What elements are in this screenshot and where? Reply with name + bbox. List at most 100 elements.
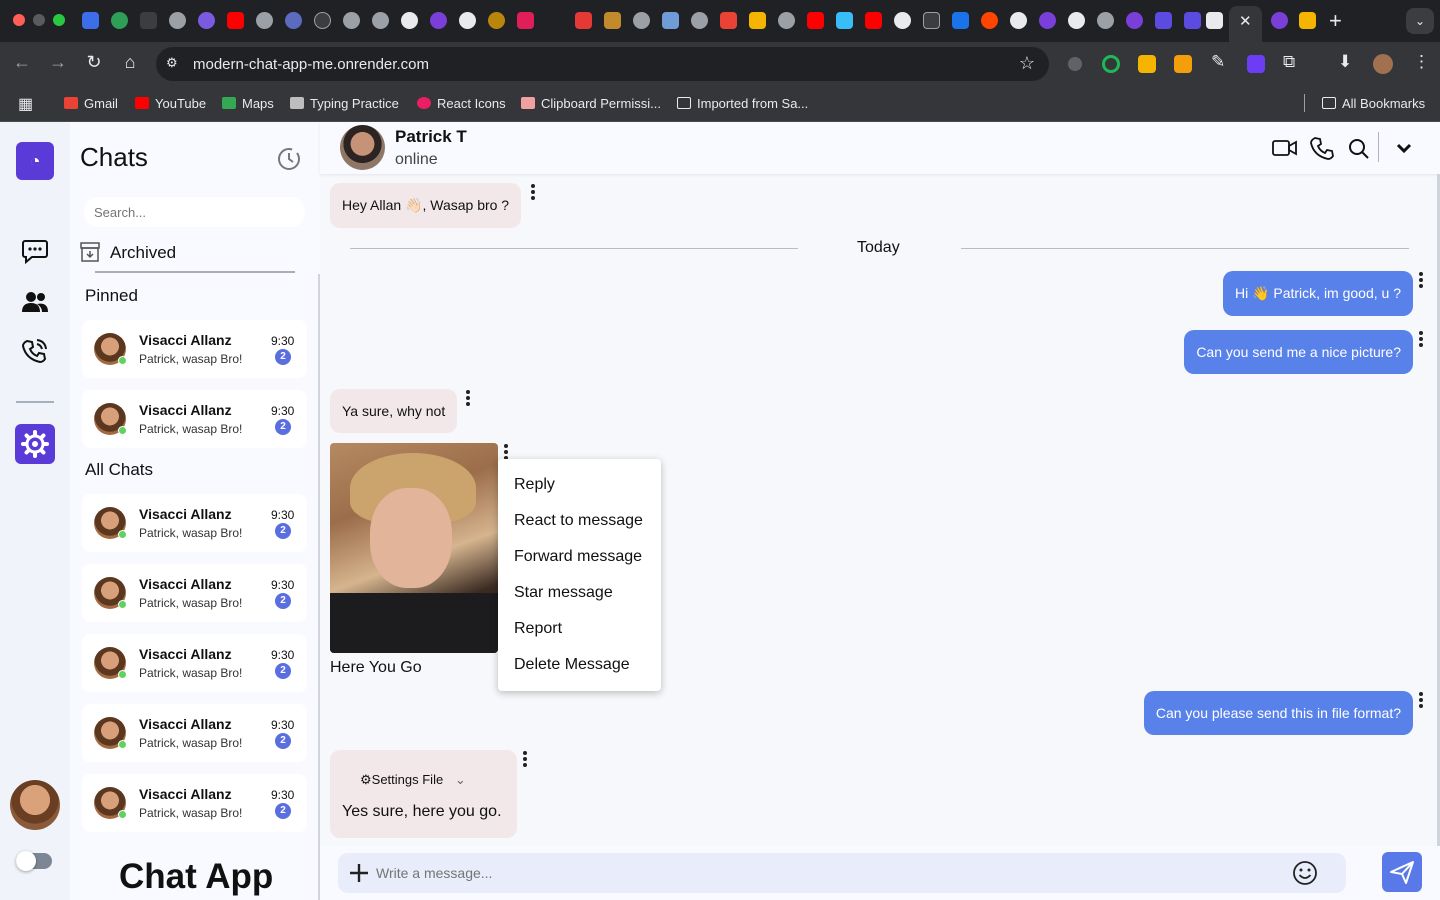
tab-favicon[interactable]	[169, 12, 186, 29]
tab-favicon[interactable]	[1097, 12, 1114, 29]
bookmark-star-icon[interactable]: ☆	[1019, 53, 1035, 74]
message-options-icon[interactable]	[1418, 272, 1424, 288]
bookmark-maps[interactable]: Maps	[222, 96, 274, 111]
chat-icon[interactable]	[20, 235, 50, 265]
message-options-icon[interactable]	[530, 184, 536, 200]
menu-item-report[interactable]: Report	[514, 620, 562, 638]
close-tab-icon[interactable]: ✕	[1239, 12, 1252, 30]
tab-favicon[interactable]	[1299, 12, 1316, 29]
users-icon[interactable]	[20, 287, 50, 317]
site-info-icon[interactable]: ⚙	[166, 55, 178, 71]
tab-favicon[interactable]	[314, 12, 331, 29]
tab-favicon[interactable]	[111, 12, 128, 29]
chevron-down-icon[interactable]	[1391, 136, 1417, 160]
tab-favicon[interactable]	[923, 12, 940, 29]
tab-favicon[interactable]	[488, 12, 505, 29]
tab-favicon[interactable]	[227, 12, 244, 29]
message-options-icon[interactable]	[1418, 692, 1424, 708]
search-input[interactable]	[84, 197, 305, 227]
plus-icon[interactable]	[348, 862, 370, 884]
tab-favicon[interactable]	[691, 12, 708, 29]
maximize-window-button[interactable]	[53, 14, 65, 26]
tab-favicon[interactable]	[372, 12, 389, 29]
home-icon[interactable]: ⌂	[118, 52, 142, 73]
minimize-window-button[interactable]	[33, 14, 45, 26]
message-options-icon[interactable]	[1418, 331, 1424, 347]
tab-favicon[interactable]	[1184, 12, 1201, 29]
app-logo[interactable]: ◔	[16, 142, 54, 180]
tab-favicon[interactable]	[633, 12, 650, 29]
bookmark-clipboard[interactable]: Clipboard Permissi...	[521, 96, 661, 111]
tab-favicon[interactable]	[952, 12, 969, 29]
extension-icon[interactable]	[1068, 57, 1082, 71]
bookmark-youtube[interactable]: YouTube	[135, 96, 206, 111]
emoji-icon[interactable]	[1292, 860, 1318, 886]
tab-search-button[interactable]: ⌄	[1406, 8, 1434, 34]
contact-avatar[interactable]	[340, 125, 385, 170]
message-options-icon[interactable]	[522, 751, 528, 767]
apps-grid-icon[interactable]: ▦	[18, 94, 33, 114]
message-options-icon[interactable]	[465, 390, 471, 406]
menu-item-star[interactable]: Star message	[514, 584, 613, 602]
tab-favicon[interactable]	[604, 12, 621, 29]
menu-item-forward[interactable]: Forward message	[514, 548, 642, 566]
tab-favicon[interactable]	[401, 12, 418, 29]
history-icon[interactable]	[276, 146, 302, 172]
tab-favicon[interactable]	[720, 12, 737, 29]
search-icon[interactable]	[1346, 136, 1372, 160]
tab-favicon[interactable]	[807, 12, 824, 29]
new-tab-button[interactable]: +	[1329, 8, 1342, 34]
url-text[interactable]: modern-chat-app-me.onrender.com	[193, 56, 429, 73]
chat-list-item[interactable]: Visacci Allanz Patrick, wasap Bro! 9:30 …	[82, 704, 307, 762]
download-icon[interactable]: ⬇	[1338, 52, 1352, 72]
tab-favicon[interactable]	[1126, 12, 1143, 29]
extensions-puzzle-icon[interactable]: ⧉	[1283, 52, 1295, 72]
chat-list-item[interactable]: Visacci Allanz Patrick, wasap Bro! 9:30 …	[82, 320, 307, 378]
tab-favicon[interactable]	[575, 12, 592, 29]
chat-list-item[interactable]: Visacci Allanz Patrick, wasap Bro! 9:30 …	[82, 494, 307, 552]
tab-favicon[interactable]	[459, 12, 476, 29]
extension-icon[interactable]	[1138, 55, 1156, 73]
tab-favicon[interactable]	[517, 12, 534, 29]
video-call-icon[interactable]	[1272, 136, 1298, 160]
bookmark-typing-practice[interactable]: Typing Practice	[290, 96, 399, 111]
all-bookmarks-button[interactable]: All Bookmarks	[1322, 96, 1425, 111]
bookmark-folder-imported[interactable]: Imported from Sa...	[677, 96, 808, 111]
tab-favicon[interactable]	[1068, 12, 1085, 29]
archived-row[interactable]: Archived	[80, 239, 300, 269]
incoming-message[interactable]: Hey Allan 👋🏻, Wasap bro ?	[330, 183, 522, 228]
incoming-message[interactable]: Ya sure, why not	[330, 389, 458, 433]
bookmark-gmail[interactable]: Gmail	[64, 96, 118, 111]
extension-icon[interactable]	[1247, 55, 1265, 73]
tab-favicon[interactable]	[430, 12, 447, 29]
tab-favicon[interactable]	[836, 12, 853, 29]
tab-favicon[interactable]	[981, 12, 998, 29]
tab-favicon[interactable]	[82, 12, 99, 29]
user-avatar[interactable]	[10, 780, 60, 830]
chat-list-item[interactable]: Visacci Allanz Patrick, wasap Bro! 9:30 …	[82, 774, 307, 832]
tab-favicon[interactable]	[1155, 12, 1172, 29]
tab-favicon[interactable]	[256, 12, 273, 29]
chevron-down-icon[interactable]: ⌄	[455, 772, 466, 787]
tab-favicon[interactable]	[198, 12, 215, 29]
bookmark-react-icons[interactable]: React Icons	[417, 96, 506, 111]
message-input[interactable]	[376, 863, 1276, 883]
close-window-button[interactable]	[13, 14, 25, 26]
outgoing-message[interactable]: Hi 👋 Patrick, im good, u ?	[1222, 271, 1413, 316]
phone-icon[interactable]	[1310, 136, 1336, 160]
file-message[interactable]: ⚙Settings File ⌄ Yes sure, here you go.	[330, 750, 517, 838]
tab-favicon[interactable]	[865, 12, 882, 29]
back-icon[interactable]: ←	[10, 52, 34, 73]
tab-favicon[interactable]	[662, 12, 679, 29]
tab-favicon[interactable]	[1010, 12, 1027, 29]
forward-icon[interactable]: →	[46, 52, 70, 73]
tab-favicon[interactable]	[894, 12, 911, 29]
address-bar[interactable]: ⚙ modern-chat-app-me.onrender.com ☆	[156, 47, 1049, 81]
tab-favicon[interactable]	[1206, 12, 1223, 29]
contact-name[interactable]: Patrick T	[395, 127, 467, 147]
tab-favicon[interactable]	[1271, 12, 1288, 29]
message-options-icon[interactable]	[503, 444, 509, 460]
extension-icon[interactable]: ✎	[1211, 52, 1225, 72]
tab-favicon[interactable]	[1039, 12, 1056, 29]
tab-favicon[interactable]	[140, 12, 157, 29]
